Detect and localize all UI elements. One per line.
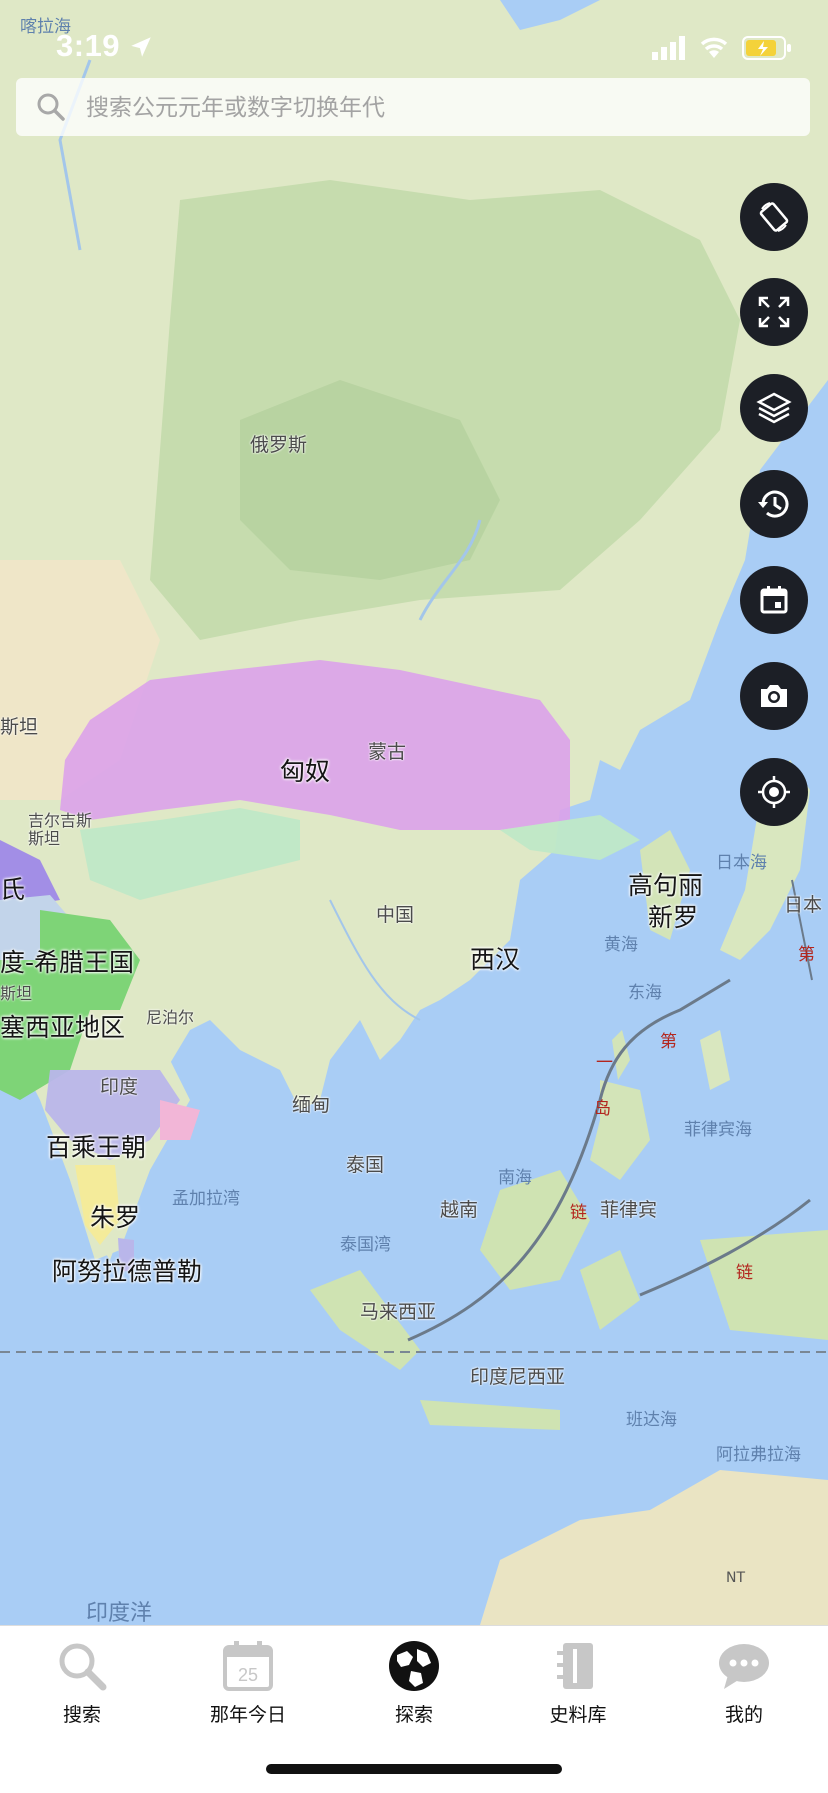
tab-label: 探索 (394, 1704, 433, 1726)
sea-label-thailand-gulf: 泰国湾 (340, 1235, 391, 1255)
globe-icon (389, 1641, 439, 1691)
country-label-indonesia: 印度尼西亚 (470, 1366, 566, 1388)
sea-label-philippine: 菲律宾海 (684, 1120, 752, 1140)
island-chain-label: 一 (596, 1053, 613, 1073)
calendar-date: 25 (238, 1665, 258, 1685)
country-label-stan-1: 斯坦 (0, 716, 39, 738)
polity-label-goguryeo: 高句丽 (628, 871, 704, 900)
crosshair-icon (758, 776, 790, 808)
country-label-china: 中国 (376, 904, 415, 926)
chat-icon (719, 1644, 769, 1689)
cell-signal-icon (652, 36, 685, 60)
sea-label-banda: 班达海 (626, 1410, 677, 1430)
layers-icon (756, 392, 792, 424)
status-time: 3:19 (56, 28, 121, 63)
polity-label-xiongnu: 匈奴 (280, 757, 331, 786)
tab-label: 我的 (724, 1704, 763, 1726)
layers-button[interactable] (740, 374, 808, 442)
home-indicator[interactable] (266, 1764, 562, 1774)
status-bar: 3:19 (0, 28, 828, 72)
country-label-japan: 日本 (784, 894, 823, 916)
map-canvas[interactable]: 喀拉海 俄罗斯 匈奴 蒙古 中国 西汉 高句丽 新罗 日本海 日本 黄海 东海 … (0, 0, 828, 1625)
country-label-malaysia: 马来西亚 (360, 1301, 437, 1323)
country-label-philippines: 菲律宾 (600, 1199, 658, 1221)
wifi-icon (700, 37, 728, 58)
country-label-nepal: 尼泊尔 (146, 1008, 195, 1027)
fullscreen-button[interactable] (740, 278, 808, 346)
calendar-icon (760, 586, 788, 614)
battery-icon (742, 36, 791, 60)
island-chain-label: 岛 (594, 1099, 611, 1119)
tab-label: 那年今日 (209, 1704, 286, 1726)
tab-label: 搜索 (62, 1704, 101, 1726)
rotate-icon (759, 202, 789, 232)
search-icon (37, 93, 65, 121)
country-label-vietnam: 越南 (440, 1199, 479, 1221)
island-chain-label: 第 (660, 1032, 677, 1052)
polity-label-western-han: 西汉 (470, 945, 521, 974)
country-label-kyrgyzstan: 吉尔吉斯 斯坦 (28, 811, 93, 848)
country-label-india: 印度 (100, 1076, 139, 1098)
sea-label-yellow: 黄海 (604, 935, 638, 955)
history-icon (758, 490, 789, 518)
locate-button[interactable] (740, 758, 808, 826)
search-icon (59, 1643, 107, 1691)
polity-label-anuradhapura: 阿努拉德普勒 (52, 1257, 203, 1286)
country-label-myanmar: 缅甸 (292, 1094, 331, 1116)
country-label-thailand: 泰国 (346, 1154, 385, 1176)
location-arrow-icon (131, 37, 151, 57)
island-chain-label: 链 (736, 1263, 753, 1283)
tab-on-this-day[interactable]: 25 那年今日 (188, 1638, 308, 1727)
tab-explore[interactable]: 探索 (354, 1638, 474, 1727)
sea-label-east-china: 东海 (628, 983, 662, 1003)
map-background (0, 0, 828, 1625)
camera-icon (761, 685, 787, 707)
sea-label-japan: 日本海 (716, 853, 767, 873)
calendar-icon: 25 (223, 1641, 273, 1691)
polity-label-satavahana: 百乘王朝 (46, 1133, 147, 1162)
country-label-mongolia: 蒙古 (368, 741, 407, 763)
sea-label-bengal: 孟加拉湾 (172, 1189, 240, 1209)
country-label-russia: 俄罗斯 (250, 434, 308, 456)
territory-label-nt: NT (726, 1570, 746, 1586)
camera-button[interactable] (740, 662, 808, 730)
polity-label-shi: 氏 (0, 875, 26, 904)
year-search-input[interactable] (84, 86, 788, 130)
calendar-button[interactable] (740, 566, 808, 634)
rotate-screen-button[interactable] (740, 183, 808, 251)
tab-archive[interactable]: 史料库 (518, 1638, 638, 1727)
expand-icon (758, 296, 790, 328)
island-chain-label: 第 (798, 945, 815, 965)
history-button[interactable] (740, 470, 808, 538)
polity-label-chola: 朱罗 (90, 1203, 141, 1232)
year-search-bar[interactable] (16, 78, 810, 136)
tab-mine[interactable]: 我的 (684, 1638, 804, 1727)
polity-label-scythia: 塞西亚地区 (0, 1013, 126, 1042)
sea-label-indian-ocean: 印度洋 (86, 1601, 153, 1625)
sea-label-arafura: 阿拉弗拉海 (716, 1445, 801, 1465)
polity-label-silla: 新罗 (648, 903, 699, 932)
tab-search[interactable]: 搜索 (22, 1638, 142, 1727)
polity-label-indo-greek: 度-希腊王国 (0, 948, 135, 977)
country-label-stan-2: 斯坦 (0, 984, 33, 1003)
tab-label: 史料库 (549, 1704, 607, 1726)
archive-icon (557, 1643, 593, 1689)
sea-label-south-china: 南海 (498, 1168, 532, 1188)
island-chain-label: 链 (570, 1203, 587, 1223)
